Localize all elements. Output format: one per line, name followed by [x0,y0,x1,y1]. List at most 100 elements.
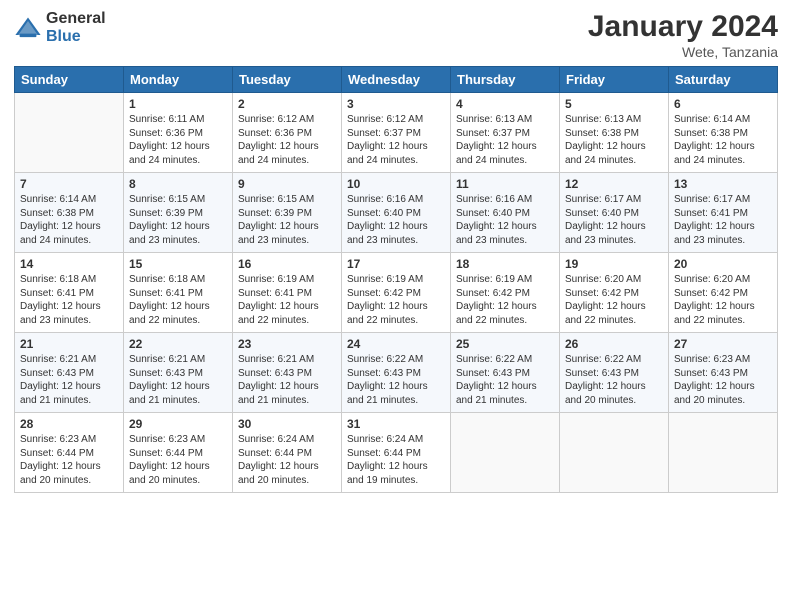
day-info: Sunrise: 6:13 AM Sunset: 6:38 PM Dayligh… [565,113,663,167]
title-block: January 2024 Wete, Tanzania [588,10,778,60]
day-info: Sunrise: 6:21 AM Sunset: 6:43 PM Dayligh… [20,353,118,407]
day-number: 11 [456,177,554,191]
calendar-cell: 13 Sunrise: 6:17 AM Sunset: 6:41 PM Dayli… [669,173,778,253]
day-info: Sunrise: 6:21 AM Sunset: 6:43 PM Dayligh… [129,353,227,407]
calendar-cell [451,413,560,493]
calendar-week-row: 28 Sunrise: 6:23 AM Sunset: 6:44 PM Dayli… [15,413,778,493]
day-info: Sunrise: 6:17 AM Sunset: 6:40 PM Dayligh… [565,193,663,247]
day-number: 31 [347,417,445,431]
day-number: 1 [129,97,227,111]
calendar-cell: 28 Sunrise: 6:23 AM Sunset: 6:44 PM Dayli… [15,413,124,493]
day-number: 24 [347,337,445,351]
calendar-cell [15,93,124,173]
month-year: January 2024 [588,10,778,44]
logo-general-text: General [46,10,106,28]
day-number: 18 [456,257,554,271]
logo-blue-text: Blue [46,28,106,46]
day-number: 19 [565,257,663,271]
day-info: Sunrise: 6:15 AM Sunset: 6:39 PM Dayligh… [129,193,227,247]
calendar-week-row: 7 Sunrise: 6:14 AM Sunset: 6:38 PM Daylig… [15,173,778,253]
calendar-cell: 29 Sunrise: 6:23 AM Sunset: 6:44 PM Dayli… [124,413,233,493]
day-number: 22 [129,337,227,351]
calendar-cell: 21 Sunrise: 6:21 AM Sunset: 6:43 PM Dayli… [15,333,124,413]
calendar-cell: 11 Sunrise: 6:16 AM Sunset: 6:40 PM Dayli… [451,173,560,253]
day-info: Sunrise: 6:12 AM Sunset: 6:37 PM Dayligh… [347,113,445,167]
day-info: Sunrise: 6:19 AM Sunset: 6:42 PM Dayligh… [456,273,554,327]
calendar-cell: 22 Sunrise: 6:21 AM Sunset: 6:43 PM Dayli… [124,333,233,413]
day-number: 7 [20,177,118,191]
day-info: Sunrise: 6:11 AM Sunset: 6:36 PM Dayligh… [129,113,227,167]
calendar-cell: 9Sunrise: 6:15 AM Sunset: 6:39 PM Daylig… [233,173,342,253]
day-info: Sunrise: 6:22 AM Sunset: 6:43 PM Dayligh… [565,353,663,407]
day-info: Sunrise: 6:16 AM Sunset: 6:40 PM Dayligh… [347,193,445,247]
calendar-cell: 1 Sunrise: 6:11 AM Sunset: 6:36 PM Daylig… [124,93,233,173]
day-info: Sunrise: 6:18 AM Sunset: 6:41 PM Dayligh… [20,273,118,327]
calendar-week-row: 1 Sunrise: 6:11 AM Sunset: 6:36 PM Daylig… [15,93,778,173]
day-info: Sunrise: 6:13 AM Sunset: 6:37 PM Dayligh… [456,113,554,167]
day-number: 6 [674,97,772,111]
location: Wete, Tanzania [588,44,778,60]
calendar-cell: 30 Sunrise: 6:24 AM Sunset: 6:44 PM Dayli… [233,413,342,493]
logo: General Blue [14,10,106,45]
day-number: 13 [674,177,772,191]
calendar-col-monday: Monday [124,67,233,93]
header: General Blue January 2024 Wete, Tanzania [14,10,778,60]
calendar-col-wednesday: Wednesday [342,67,451,93]
day-number: 27 [674,337,772,351]
calendar-cell: 12Sunrise: 6:17 AM Sunset: 6:40 PM Dayli… [560,173,669,253]
day-info: Sunrise: 6:24 AM Sunset: 6:44 PM Dayligh… [238,433,336,487]
calendar-cell: 3 Sunrise: 6:12 AM Sunset: 6:37 PM Daylig… [342,93,451,173]
day-number: 28 [20,417,118,431]
day-info: Sunrise: 6:24 AM Sunset: 6:44 PM Dayligh… [347,433,445,487]
calendar-cell: 15Sunrise: 6:18 AM Sunset: 6:41 PM Dayli… [124,253,233,333]
calendar-cell: 17Sunrise: 6:19 AM Sunset: 6:42 PM Dayli… [342,253,451,333]
day-info: Sunrise: 6:16 AM Sunset: 6:40 PM Dayligh… [456,193,554,247]
day-info: Sunrise: 6:18 AM Sunset: 6:41 PM Dayligh… [129,273,227,327]
day-number: 30 [238,417,336,431]
calendar-col-sunday: Sunday [15,67,124,93]
day-number: 2 [238,97,336,111]
calendar-cell: 8Sunrise: 6:15 AM Sunset: 6:39 PM Daylig… [124,173,233,253]
calendar-col-thursday: Thursday [451,67,560,93]
day-info: Sunrise: 6:14 AM Sunset: 6:38 PM Dayligh… [20,193,118,247]
logo-icon [14,14,42,42]
day-number: 25 [456,337,554,351]
day-number: 4 [456,97,554,111]
day-info: Sunrise: 6:20 AM Sunset: 6:42 PM Dayligh… [565,273,663,327]
day-info: Sunrise: 6:19 AM Sunset: 6:41 PM Dayligh… [238,273,336,327]
day-number: 17 [347,257,445,271]
day-number: 26 [565,337,663,351]
calendar-cell: 23Sunrise: 6:21 AM Sunset: 6:43 PM Dayli… [233,333,342,413]
calendar-cell: 7 Sunrise: 6:14 AM Sunset: 6:38 PM Daylig… [15,173,124,253]
day-number: 21 [20,337,118,351]
calendar-cell: 14Sunrise: 6:18 AM Sunset: 6:41 PM Dayli… [15,253,124,333]
day-info: Sunrise: 6:23 AM Sunset: 6:44 PM Dayligh… [20,433,118,487]
day-info: Sunrise: 6:14 AM Sunset: 6:38 PM Dayligh… [674,113,772,167]
day-number: 20 [674,257,772,271]
calendar-cell: 10 Sunrise: 6:16 AM Sunset: 6:40 PM Dayli… [342,173,451,253]
calendar-cell: 16 Sunrise: 6:19 AM Sunset: 6:41 PM Dayli… [233,253,342,333]
day-number: 3 [347,97,445,111]
day-number: 10 [347,177,445,191]
calendar-cell: 20Sunrise: 6:20 AM Sunset: 6:42 PM Dayli… [669,253,778,333]
day-info: Sunrise: 6:12 AM Sunset: 6:36 PM Dayligh… [238,113,336,167]
day-number: 29 [129,417,227,431]
calendar-cell: 5 Sunrise: 6:13 AM Sunset: 6:38 PM Daylig… [560,93,669,173]
page: General Blue January 2024 Wete, Tanzania… [0,0,792,612]
calendar-table: SundayMondayTuesdayWednesdayThursdayFrid… [14,66,778,493]
calendar-col-tuesday: Tuesday [233,67,342,93]
calendar-cell: 19 Sunrise: 6:20 AM Sunset: 6:42 PM Dayli… [560,253,669,333]
day-info: Sunrise: 6:23 AM Sunset: 6:44 PM Dayligh… [129,433,227,487]
day-info: Sunrise: 6:21 AM Sunset: 6:43 PM Dayligh… [238,353,336,407]
day-number: 16 [238,257,336,271]
calendar-cell: 4 Sunrise: 6:13 AM Sunset: 6:37 PM Daylig… [451,93,560,173]
calendar-cell: 25Sunrise: 6:22 AM Sunset: 6:43 PM Dayli… [451,333,560,413]
calendar-cell: 2 Sunrise: 6:12 AM Sunset: 6:36 PM Daylig… [233,93,342,173]
calendar-week-row: 14Sunrise: 6:18 AM Sunset: 6:41 PM Dayli… [15,253,778,333]
calendar-cell: 26 Sunrise: 6:22 AM Sunset: 6:43 PM Dayli… [560,333,669,413]
logo-text: General Blue [46,10,106,45]
day-info: Sunrise: 6:15 AM Sunset: 6:39 PM Dayligh… [238,193,336,247]
day-info: Sunrise: 6:23 AM Sunset: 6:43 PM Dayligh… [674,353,772,407]
day-number: 5 [565,97,663,111]
day-info: Sunrise: 6:17 AM Sunset: 6:41 PM Dayligh… [674,193,772,247]
